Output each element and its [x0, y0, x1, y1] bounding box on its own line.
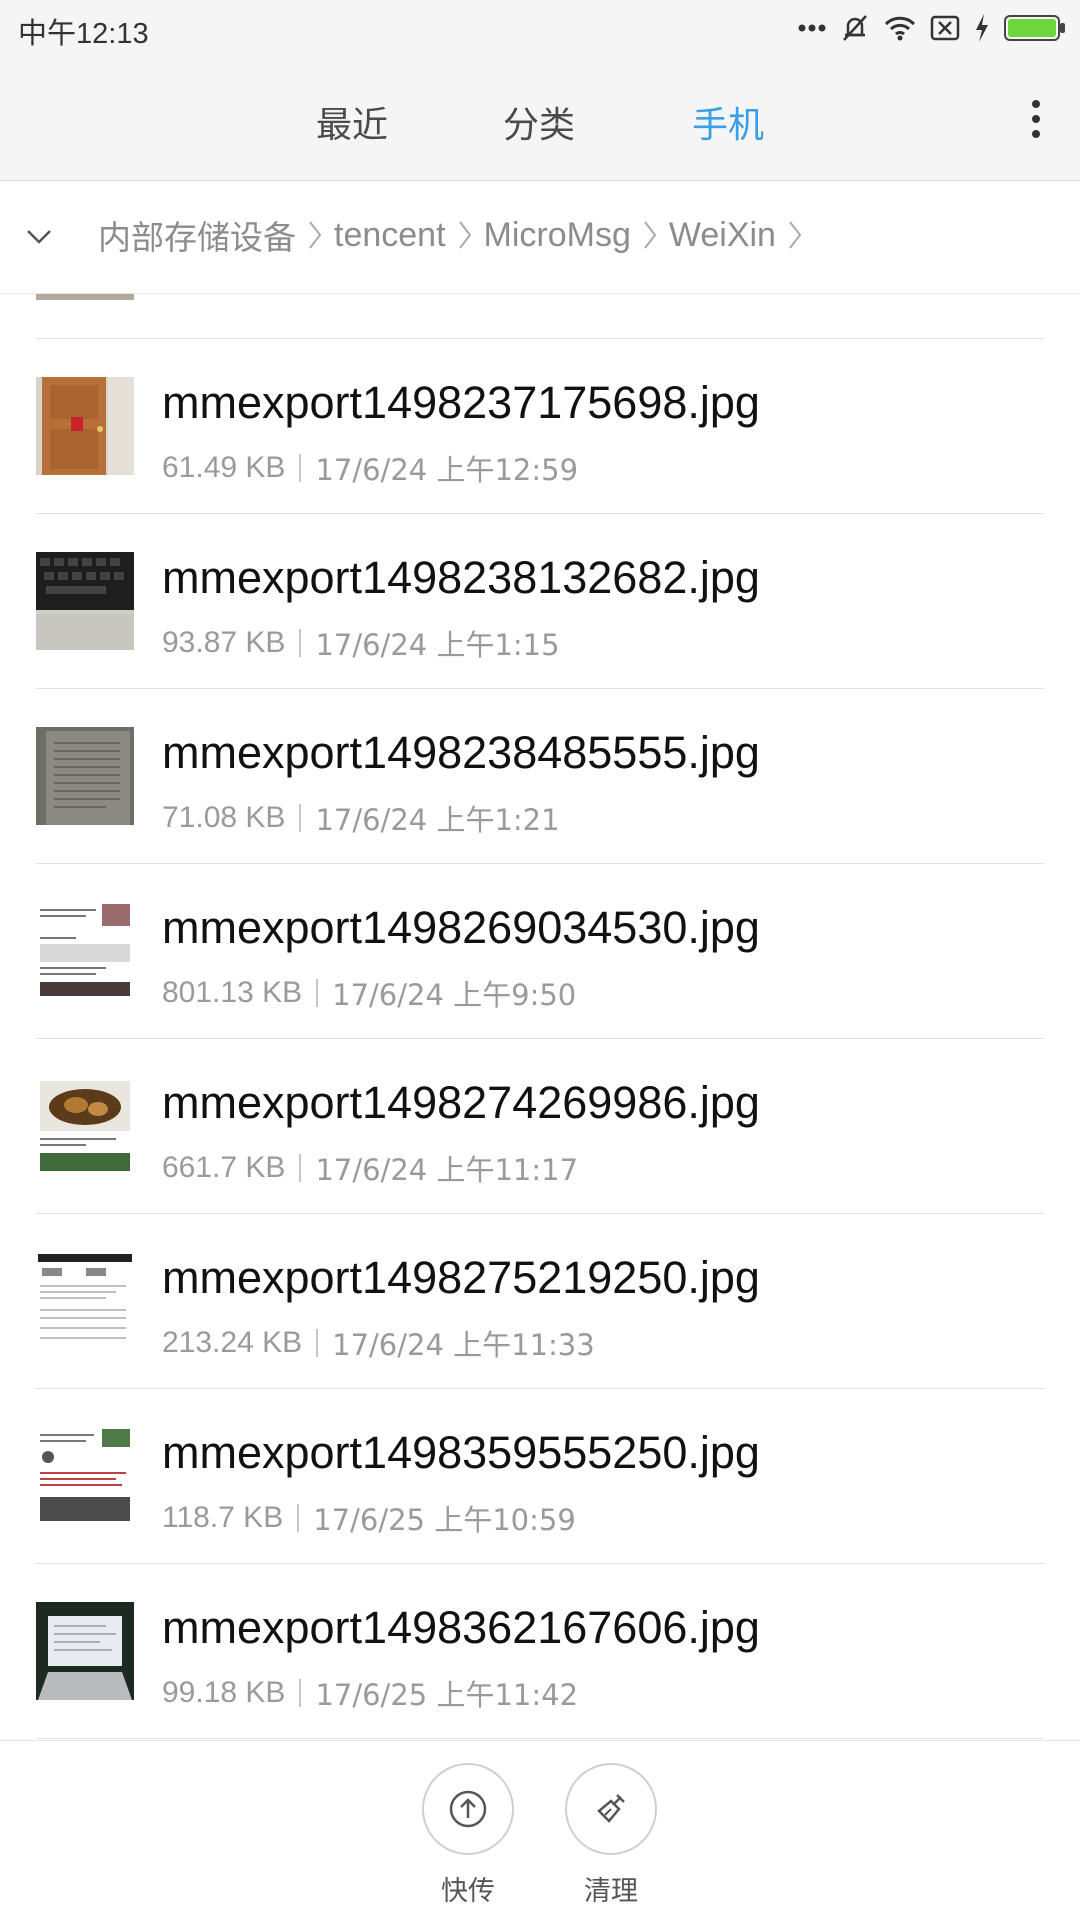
file-name: mmexport1498274269986.jpg: [162, 1077, 760, 1128]
file-name: mmexport1498359555250.jpg: [162, 1427, 760, 1478]
tab-bar: 最近 分类 手机: [0, 58, 1080, 181]
file-thumbnail: [36, 1427, 134, 1525]
file-meta: 661.7 KB 17/6/24 上午11:17: [162, 1147, 578, 1189]
breadcrumb-item-micromsg[interactable]: MicroMsg: [484, 216, 631, 255]
meta-separator: [299, 454, 302, 482]
chevron-down-icon[interactable]: [24, 221, 54, 251]
file-name: mmexport1498275219250.jpg: [162, 1252, 760, 1303]
wifi-icon: [884, 13, 916, 43]
file-thumbnail: [36, 1252, 134, 1350]
file-date: 17/6/24 上午1:21: [315, 803, 560, 837]
breadcrumb-path: 内部存储设备 tencent MicroMsg WeiXin: [98, 211, 814, 259]
breadcrumb: 内部存储设备 tencent MicroMsg WeiXin: [0, 181, 1080, 294]
list-item-partial[interactable]: [0, 294, 1080, 339]
meta-separator: [299, 629, 302, 657]
upload-icon: [422, 1763, 514, 1855]
meta-separator: [299, 1679, 302, 1707]
file-date: 17/6/24 上午9:50: [332, 978, 577, 1012]
file-size: 801.13 KB: [162, 976, 303, 1009]
charging-icon: [974, 13, 990, 43]
file-thumbnail: [36, 727, 134, 825]
list-item[interactable]: mmexport1498238485555.jpg 71.08 KB 17/6/2…: [0, 689, 1080, 864]
file-thumbnail: [36, 377, 134, 475]
status-bar: 中午12:13: [0, 0, 1080, 58]
row-divider: [36, 1738, 1044, 1739]
breadcrumb-item-weixin[interactable]: WeiXin: [669, 216, 776, 255]
list-item[interactable]: mmexport1498275219250.jpg 213.24 KB 17/6/…: [0, 1214, 1080, 1389]
list-item[interactable]: mmexport1498269034530.jpg 801.13 KB 17/6/…: [0, 864, 1080, 1039]
clean-button[interactable]: 清理: [563, 1763, 659, 1908]
quick-send-label: 快传: [441, 1876, 495, 1907]
file-size: 118.7 KB: [162, 1501, 284, 1534]
meta-separator: [297, 1504, 300, 1532]
file-thumbnail: [36, 294, 134, 300]
list-item[interactable]: mmexport1498238132682.jpg 93.87 KB 17/6/2…: [0, 514, 1080, 689]
file-date: 17/6/24 上午1:15: [315, 628, 560, 662]
file-name: mmexport1498237175698.jpg: [162, 377, 760, 428]
meta-separator: [316, 979, 319, 1007]
file-size: 661.7 KB: [162, 1151, 286, 1184]
file-list[interactable]: mmexport1498237175698.jpg 61.49 KB 17/6/2…: [0, 294, 1080, 1740]
more-vert-icon: [1032, 100, 1040, 108]
tab-category[interactable]: 分类: [503, 96, 575, 148]
meta-separator: [299, 1154, 302, 1182]
file-name: mmexport1498238485555.jpg: [162, 727, 760, 778]
bottom-action-bar: 快传 清理: [0, 1740, 1080, 1921]
file-date: 17/6/24 上午11:17: [315, 1153, 579, 1187]
meta-separator: [299, 804, 302, 832]
file-date: 17/6/24 上午12:59: [315, 453, 579, 487]
file-thumbnail: [36, 1077, 134, 1175]
chevron-right-icon: [789, 221, 802, 249]
tab-phone[interactable]: 手机: [692, 96, 764, 148]
file-name: mmexport1498362167606.jpg: [162, 1602, 760, 1653]
list-item[interactable]: mmexport1498359555250.jpg 118.7 KB 17/6/2…: [0, 1389, 1080, 1564]
file-date: 17/6/25 上午11:42: [315, 1678, 579, 1712]
broom-icon: [565, 1763, 657, 1855]
mute-bell-icon: [840, 13, 870, 43]
breadcrumb-item-internal-storage[interactable]: 内部存储设备: [98, 211, 296, 259]
file-meta: 118.7 KB 17/6/25 上午10:59: [162, 1497, 576, 1539]
more-options-button[interactable]: [1016, 94, 1056, 144]
file-meta: 71.08 KB 17/6/24 上午1:21: [162, 797, 560, 839]
more-dots-icon: [798, 13, 826, 43]
breadcrumb-item-tencent[interactable]: tencent: [334, 216, 446, 255]
list-item[interactable]: mmexport1498237175698.jpg 61.49 KB 17/6/2…: [0, 339, 1080, 514]
file-name: mmexport1498269034530.jpg: [162, 902, 760, 953]
file-thumbnail: [36, 902, 134, 1000]
meta-separator: [316, 1329, 319, 1357]
file-meta: 213.24 KB 17/6/24 上午11:33: [162, 1322, 595, 1364]
chevron-right-icon: [458, 221, 471, 249]
clean-label: 清理: [584, 1876, 638, 1907]
file-meta: 93.87 KB 17/6/24 上午1:15: [162, 622, 560, 664]
list-item[interactable]: mmexport1498274269986.jpg 661.7 KB 17/6/2…: [0, 1039, 1080, 1214]
file-thumbnail: [36, 1602, 134, 1700]
file-thumbnail: [36, 552, 134, 650]
file-date: 17/6/24 上午11:33: [332, 1328, 595, 1362]
file-size: 99.18 KB: [162, 1676, 286, 1709]
no-sim-icon: [930, 13, 960, 43]
file-size: 71.08 KB: [162, 801, 286, 834]
status-icons: [798, 10, 1066, 46]
file-meta: 801.13 KB 17/6/24 上午9:50: [162, 972, 576, 1014]
file-meta: 99.18 KB 17/6/25 上午11:42: [162, 1672, 578, 1714]
chevron-right-icon: [644, 221, 657, 249]
list-item[interactable]: mmexport1498362167606.jpg 99.18 KB 17/6/2…: [0, 1564, 1080, 1739]
file-date: 17/6/25 上午10:59: [313, 1503, 576, 1537]
file-name: mmexport1498238132682.jpg: [162, 552, 760, 603]
file-size: 213.24 KB: [162, 1326, 303, 1359]
file-size: 93.87 KB: [162, 626, 286, 659]
file-size: 61.49 KB: [162, 451, 286, 484]
tab-recent[interactable]: 最近: [316, 96, 388, 148]
quick-send-button[interactable]: 快传: [420, 1763, 516, 1908]
chevron-right-icon: [309, 221, 322, 249]
file-meta: 61.49 KB 17/6/24 上午12:59: [162, 447, 578, 489]
status-time: 中午12:13: [18, 18, 149, 50]
battery-icon: [1004, 13, 1066, 43]
